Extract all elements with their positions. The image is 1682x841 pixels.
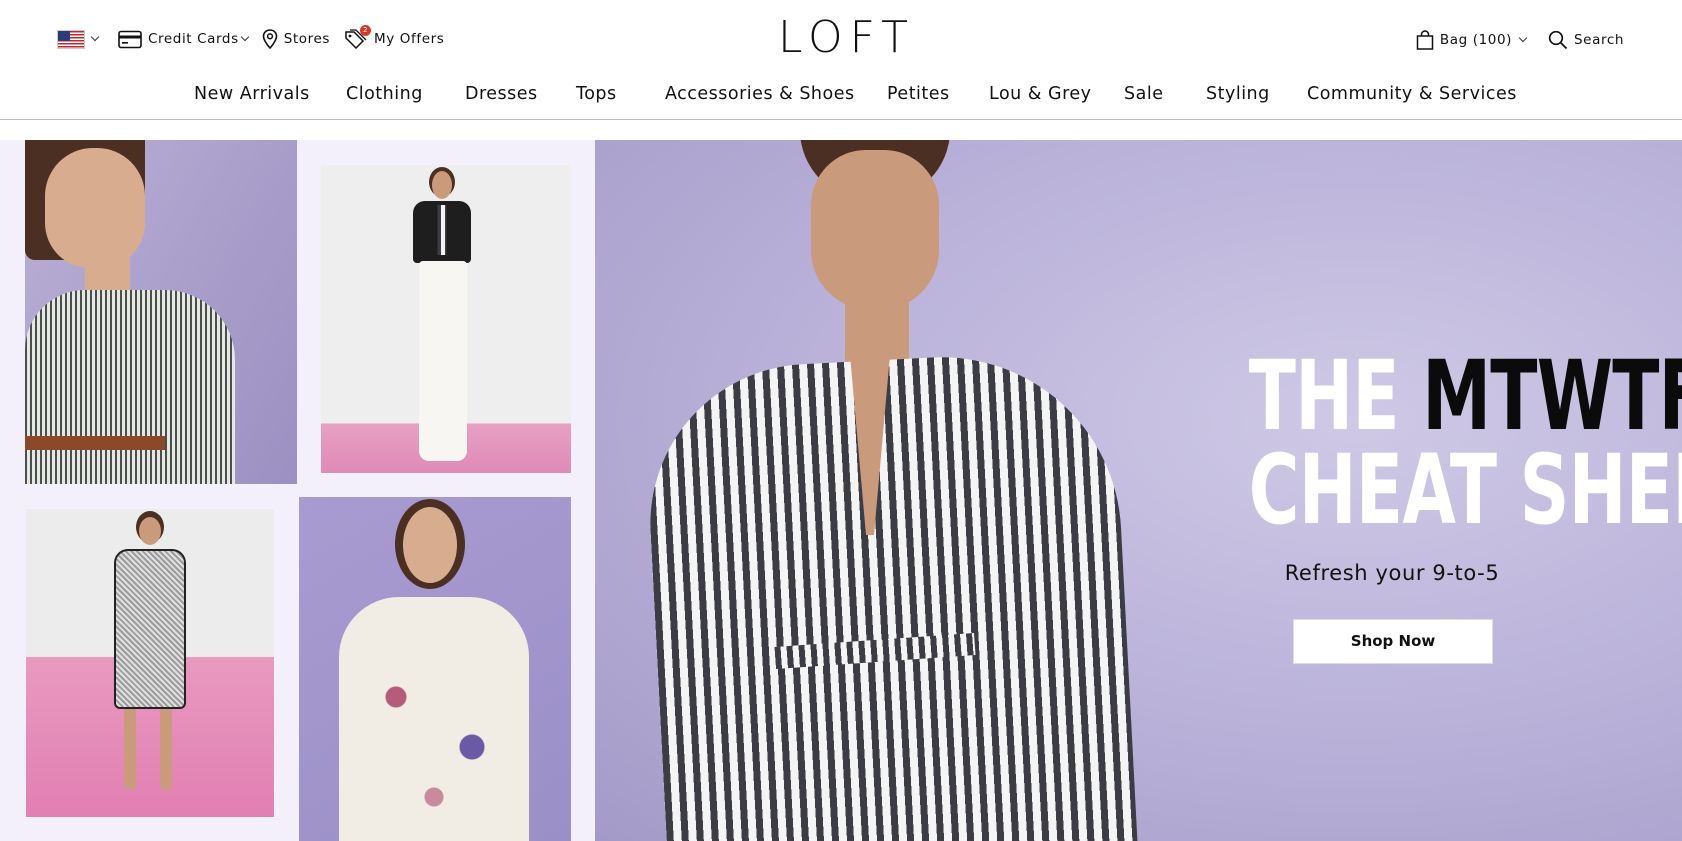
us-flag-icon	[57, 29, 85, 49]
nav-item-accessories-shoes[interactable]: Accessories & Shoes	[665, 84, 855, 104]
utility-bar: Credit Cards Stores 2 My Offers LOFT Bag…	[0, 0, 1682, 72]
utility-left-group: Credit Cards Stores 2 My Offers	[57, 25, 445, 49]
chevron-down-icon	[240, 32, 249, 42]
loft-logo[interactable]: LOFT	[778, 16, 908, 60]
my-offers-link[interactable]: 2 My Offers	[344, 25, 445, 49]
product-image-tweed-dress[interactable]	[26, 509, 274, 817]
nav-item-clothing[interactable]: Clothing	[346, 84, 423, 104]
bag-label: Bag (100)	[1439, 32, 1513, 48]
shopping-bag-button[interactable]: Bag (100)	[1416, 30, 1528, 50]
headline-line-1: THE MTWTF	[1249, 348, 1682, 444]
chevron-down-icon	[1518, 33, 1528, 43]
credit-card-icon	[118, 30, 142, 49]
offers-count-badge: 2	[360, 25, 372, 36]
utility-right-group: Bag (100) Search	[1416, 30, 1624, 50]
hero-subheadline: Refresh your 9-to-5	[1284, 561, 1500, 585]
nav-item-petites[interactable]: Petites	[887, 84, 950, 104]
nav-item-sale[interactable]: Sale	[1124, 84, 1163, 104]
search-button[interactable]: Search	[1548, 30, 1624, 50]
stores-link[interactable]: Stores	[262, 29, 330, 49]
product-image-black-jacket-white-pants[interactable]	[321, 165, 571, 473]
nav-item-lou-grey[interactable]: Lou & Grey	[989, 84, 1092, 104]
search-icon	[1548, 30, 1568, 50]
main-navigation: New Arrivals Clothing Dresses Tops Acces…	[0, 72, 1682, 120]
location-pin-icon	[262, 29, 278, 49]
credit-cards-menu[interactable]: Credit Cards	[118, 30, 249, 49]
shop-now-button[interactable]: Shop Now	[1293, 619, 1493, 664]
nav-item-new-arrivals[interactable]: New Arrivals	[194, 84, 310, 104]
offer-tag-icon: 2	[344, 25, 372, 49]
search-label: Search	[1574, 32, 1624, 48]
my-offers-label: My Offers	[374, 31, 445, 47]
credit-cards-label: Credit Cards	[148, 31, 239, 47]
product-image-paisley-dress[interactable]	[299, 497, 571, 841]
chevron-down-icon	[90, 32, 100, 42]
nav-item-styling[interactable]: Styling	[1206, 84, 1270, 104]
stores-label: Stores	[283, 31, 331, 47]
shopping-bag-icon	[1416, 30, 1434, 50]
nav-item-tops[interactable]: Tops	[576, 84, 617, 104]
product-image-striped-blazer[interactable]	[25, 140, 297, 484]
country-selector[interactable]	[57, 29, 100, 49]
nav-item-dresses[interactable]: Dresses	[465, 84, 538, 104]
hero-banner[interactable]: THE MTWTF CHEAT SHEET Refresh your 9-to-…	[0, 140, 1682, 841]
nav-item-community-services[interactable]: Community & Services	[1307, 84, 1517, 104]
hero-headline: THE MTWTF CHEAT SHEET	[1248, 348, 1682, 546]
headline-line-2: CHEAT SHEET	[1248, 434, 1682, 546]
